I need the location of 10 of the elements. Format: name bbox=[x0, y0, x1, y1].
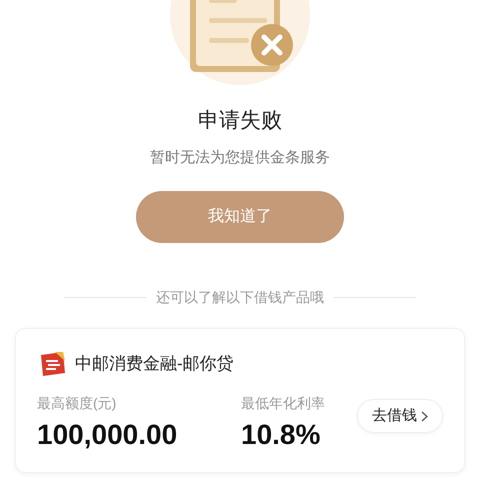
result-message: 暂时无法为您提供金条服务 bbox=[150, 148, 330, 168]
limit-value: 100,000.00 bbox=[37, 418, 178, 452]
limit-label: 最高额度(元) bbox=[37, 394, 118, 413]
rate-label: 最低年化利率 bbox=[241, 394, 326, 413]
product-name: 中邮消费金融-邮你贷 bbox=[75, 353, 234, 376]
rate-value: 10.8% bbox=[241, 418, 322, 452]
borrow-button[interactable]: 去借钱 bbox=[357, 399, 443, 433]
result-title: 申请失败 bbox=[198, 108, 282, 134]
chevron-right-icon bbox=[421, 410, 428, 422]
section-heading: 还可以了解以下借钱产品哦 bbox=[156, 288, 324, 307]
